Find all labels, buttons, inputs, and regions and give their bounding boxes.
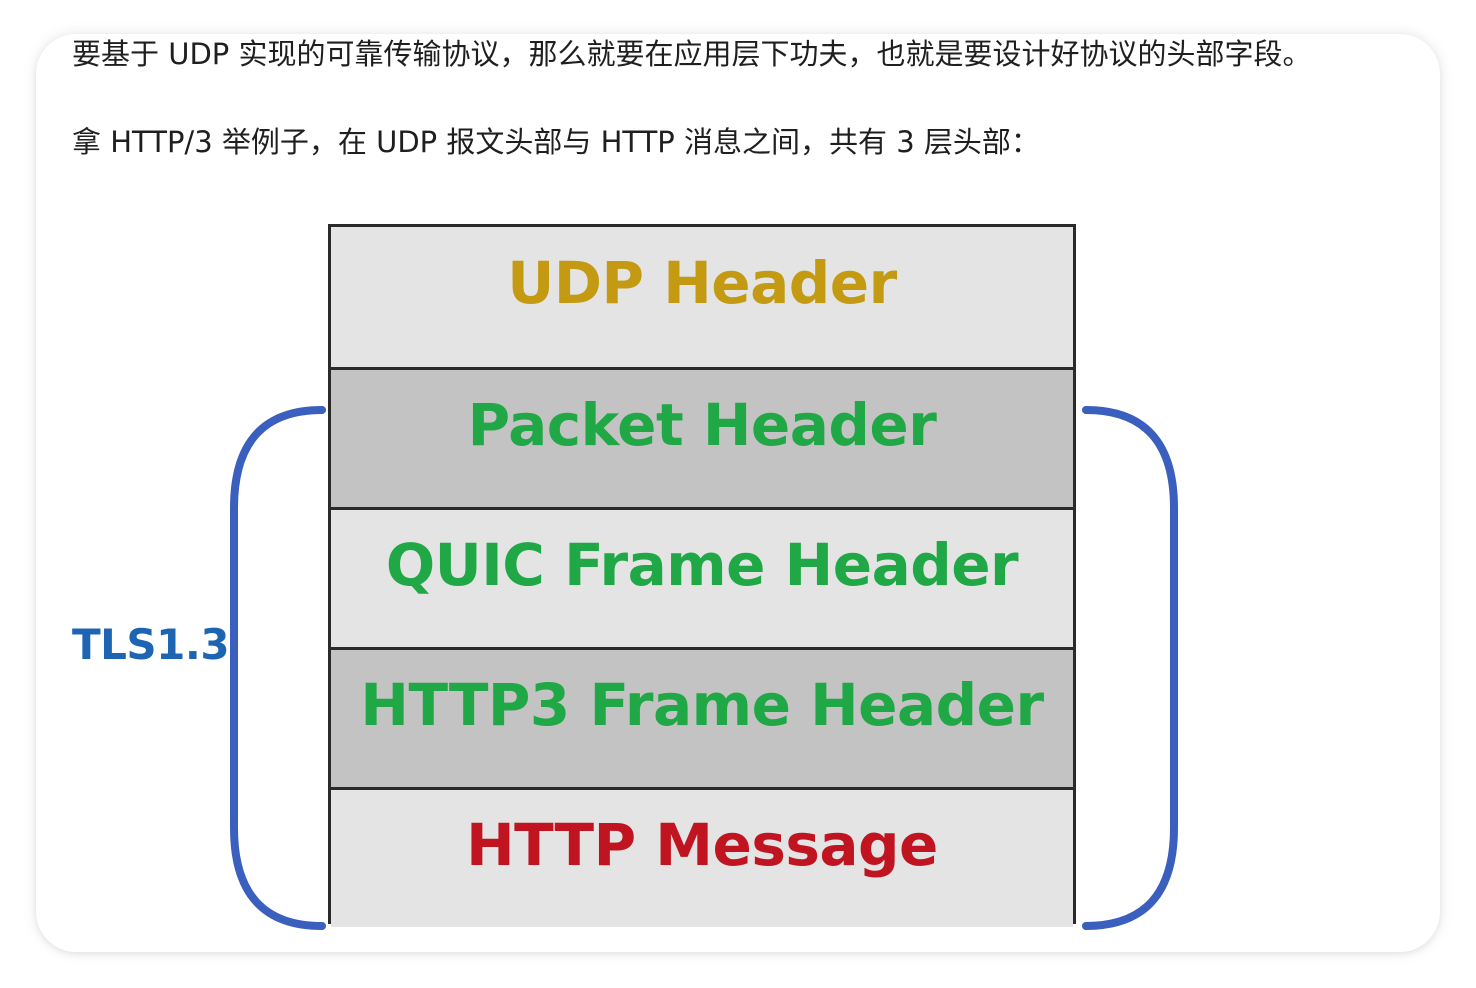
right-bracket xyxy=(1082,406,1178,930)
layer-http-message: HTTP Message xyxy=(331,787,1073,927)
layer-quic-frame-header: QUIC Frame Header xyxy=(331,507,1073,647)
left-bracket xyxy=(230,406,326,930)
tls-label: TLS1.3 xyxy=(72,620,230,669)
http3-header-diagram: TLS1.3 UDP Header Packet Header QUIC Fra… xyxy=(36,34,1440,952)
layer-udp-header: UDP Header xyxy=(331,227,1073,367)
protocol-header-stack: UDP Header Packet Header QUIC Frame Head… xyxy=(328,224,1076,927)
content-card: 要基于 UDP 实现的可靠传输协议，那么就要在应用层下功夫，也就是要设计好协议的… xyxy=(36,34,1440,952)
layer-http3-frame-header: HTTP3 Frame Header xyxy=(331,647,1073,787)
layer-packet-header: Packet Header xyxy=(331,367,1073,507)
